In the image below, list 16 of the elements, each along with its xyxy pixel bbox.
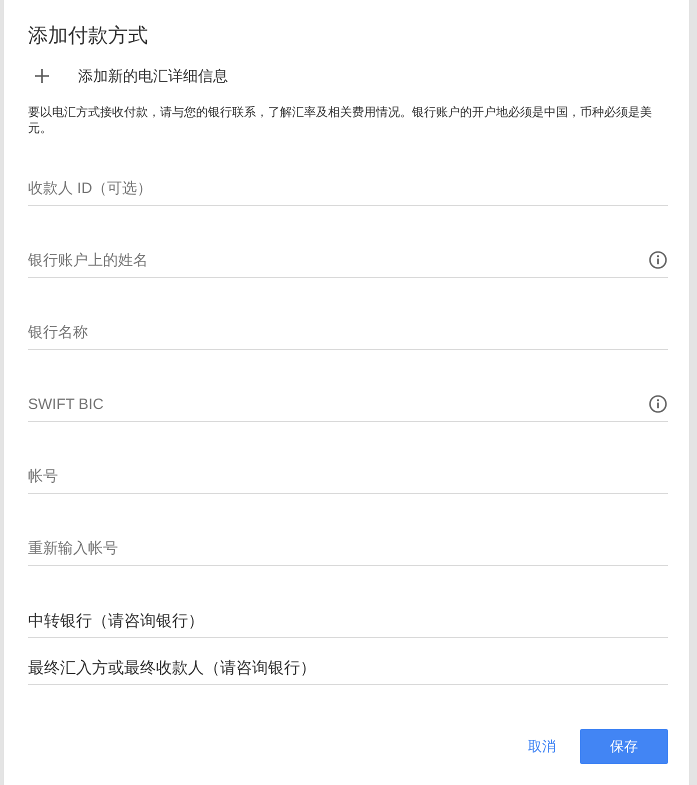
notice-text: 要以电汇方式接收付款，请与您的银行联系，了解汇率及相关费用情况。银行账户的开户地必须是中国，币种必须是美元。 [28,104,653,136]
add-details-button[interactable]: 添加新的电汇详细信息 [28,64,232,88]
input-field[interactable]: SWIFT BIC [28,392,649,416]
input-field[interactable]: 重新输入帐号 [28,536,668,560]
plus-icon [35,69,49,83]
section-toggle[interactable]: 最终汇入方或最终收款人（请咨询银行） [28,653,668,685]
input-field[interactable]: 银行名称 [28,320,668,344]
info-icon[interactable] [649,251,667,269]
save-button[interactable]: 保存 [580,729,668,764]
info-icon[interactable] [649,395,667,413]
section-toggle[interactable]: 中转银行（请咨询银行） [28,606,668,638]
input-field[interactable]: 银行账户上的姓名 [28,248,649,272]
dialog-title: 添加付款方式 [28,24,149,48]
input-field[interactable]: 帐号 [28,464,668,488]
cancel-button[interactable]: 取消 [516,729,568,764]
input-field[interactable]: 收款人 ID（可选） [28,176,668,200]
